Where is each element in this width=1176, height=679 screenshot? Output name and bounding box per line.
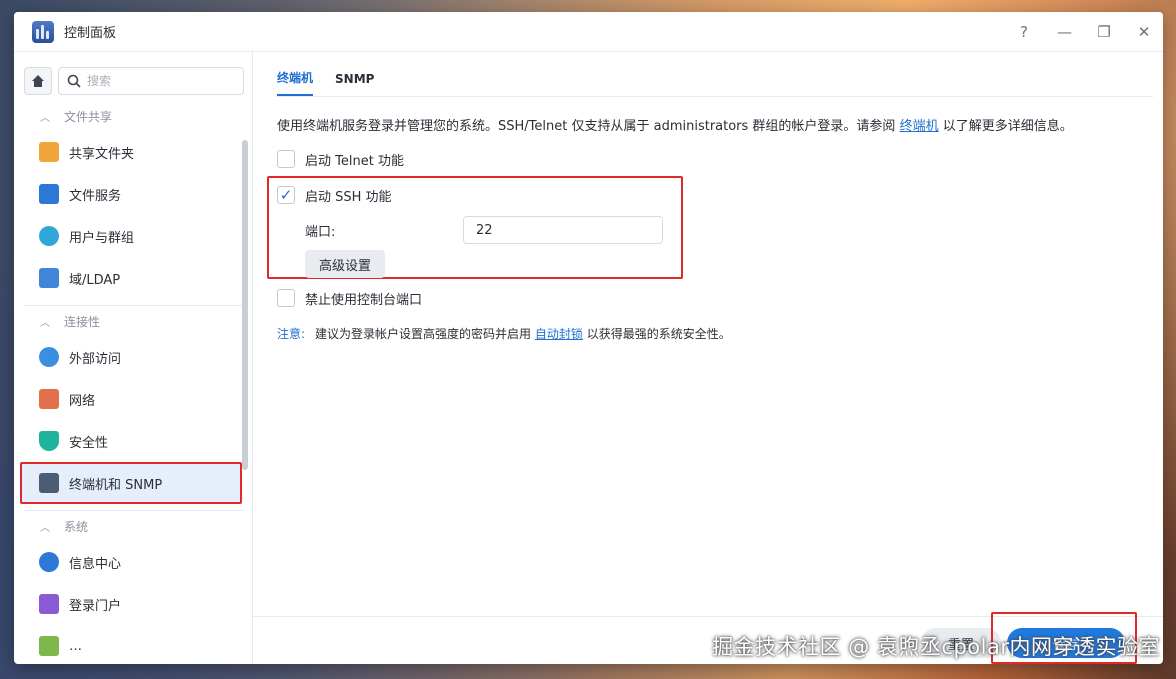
sidebar-item-security[interactable]: 安全性 (24, 420, 244, 462)
help-icon[interactable]: ? (1017, 23, 1031, 41)
close-icon[interactable]: ✕ (1137, 23, 1151, 41)
info-icon (39, 552, 59, 572)
security-note: 注意: 建议为登录帐户设置高强度的密码并启用 自动封锁 以获得最强的系统安全性。 (277, 327, 731, 341)
window-title: 控制面板 (64, 26, 117, 41)
sidebar-item-login-portal[interactable]: 登录门户 (24, 583, 244, 625)
file-services-icon (39, 184, 59, 204)
auto-block-link[interactable]: 自动封锁 (535, 327, 583, 341)
domain-ldap-icon (39, 268, 59, 288)
console-port-row: 禁止使用控制台端口 (277, 281, 1163, 315)
console-port-label: 禁止使用控制台端口 (305, 292, 423, 308)
control-panel-window: 控制面板 ? — ❐ ✕ ︿ 文件共享 (14, 12, 1163, 664)
region-icon (39, 636, 59, 656)
ssh-checkbox[interactable]: ✓ (277, 186, 295, 204)
sidebar: ︿ 文件共享 共享文件夹 文件服务 用户与群组 域/LDAP ︿ (14, 52, 253, 664)
telnet-checkbox[interactable] (277, 150, 295, 168)
ssh-label: 启动 SSH 功能 (305, 189, 392, 205)
watermark-text: 掘金技术社区 @ 袁煦丞cpolar内网穿透实验室 (712, 635, 1160, 659)
tab-terminal[interactable]: 终端机 (277, 69, 314, 96)
port-label: 端口: (305, 224, 336, 240)
control-panel-app-icon (32, 20, 54, 43)
search-input[interactable] (87, 74, 207, 88)
telnet-label: 启动 Telnet 功能 (305, 153, 404, 169)
section-system[interactable]: ︿ 系统 (24, 511, 244, 541)
sidebar-item-label: 域/LDAP (69, 272, 121, 288)
terminal-icon (39, 473, 59, 493)
search-icon (67, 74, 81, 88)
sidebar-item-label: 网络 (69, 393, 96, 409)
sidebar-item-shared-folder[interactable]: 共享文件夹 (24, 131, 244, 173)
sidebar-item-label: 终端机和 SNMP (69, 477, 163, 493)
folder-icon (39, 142, 59, 162)
home-icon (32, 75, 44, 87)
home-button[interactable] (24, 67, 52, 95)
console-port-checkbox[interactable] (277, 289, 295, 307)
sidebar-item-more[interactable]: … (24, 625, 244, 664)
sidebar-item-users-groups[interactable]: 用户与群组 (24, 215, 244, 257)
advanced-settings-button[interactable]: 高级设置 (305, 250, 386, 278)
ssh-settings-group: ✓ 启动 SSH 功能 端口: 高级设置 (267, 176, 683, 279)
sidebar-item-info-center[interactable]: 信息中心 (24, 541, 244, 583)
sidebar-item-domain-ldap[interactable]: 域/LDAP (24, 257, 244, 299)
section-label: 文件共享 (64, 109, 113, 124)
section-label: 连接性 (64, 314, 101, 329)
sidebar-item-label: 信息中心 (69, 556, 122, 572)
sidebar-item-label: 文件服务 (69, 188, 122, 204)
terminal-help-link[interactable]: 终端机 (900, 119, 939, 134)
minimize-icon[interactable]: — (1057, 23, 1072, 41)
external-access-icon (39, 347, 59, 367)
note-label: 注意: (277, 327, 306, 341)
sidebar-item-terminal-snmp[interactable]: 终端机和 SNMP (20, 462, 242, 504)
tab-snmp[interactable]: SNMP (335, 72, 374, 96)
sidebar-item-file-services[interactable]: 文件服务 (24, 173, 244, 215)
sidebar-scrollbar[interactable] (242, 140, 248, 470)
title-bar: 控制面板 ? — ❐ ✕ (14, 12, 1163, 52)
chevron-up-icon: ︿ (40, 317, 50, 329)
sidebar-item-label: 用户与群组 (69, 230, 135, 246)
sidebar-item-label: 共享文件夹 (69, 146, 135, 162)
ssh-row: ✓ 启动 SSH 功能 (277, 178, 681, 212)
sidebar-item-external-access[interactable]: 外部访问 (24, 336, 244, 378)
shield-icon (39, 431, 59, 451)
section-label: 系统 (64, 519, 89, 534)
port-input[interactable] (463, 216, 663, 244)
login-portal-icon (39, 594, 59, 614)
search-box[interactable] (58, 67, 244, 95)
port-row: 端口: (277, 212, 681, 248)
sidebar-item-label: … (69, 638, 82, 654)
sidebar-item-label: 安全性 (69, 435, 109, 451)
section-file-sharing[interactable]: ︿ 文件共享 (24, 101, 244, 131)
maximize-icon[interactable]: ❐ (1097, 23, 1111, 41)
section-connectivity[interactable]: ︿ 连接性 (24, 306, 244, 336)
sidebar-item-network[interactable]: 网络 (24, 378, 244, 420)
sidebar-item-label: 登录门户 (69, 598, 122, 614)
telnet-row: 启动 Telnet 功能 (277, 142, 1163, 176)
tab-bar: 终端机 SNMP (277, 52, 1153, 97)
chevron-up-icon: ︿ (40, 112, 50, 124)
description-text: 使用终端机服务登录并管理您的系统。SSH/Telnet 仅支持从属于 admin… (277, 119, 1073, 134)
chevron-up-icon: ︿ (40, 522, 50, 534)
main-panel: 终端机 SNMP 使用终端机服务登录并管理您的系统。SSH/Telnet 仅支持… (253, 52, 1163, 664)
users-icon (39, 226, 59, 246)
sidebar-item-label: 外部访问 (69, 351, 122, 367)
network-house-icon (39, 389, 59, 409)
